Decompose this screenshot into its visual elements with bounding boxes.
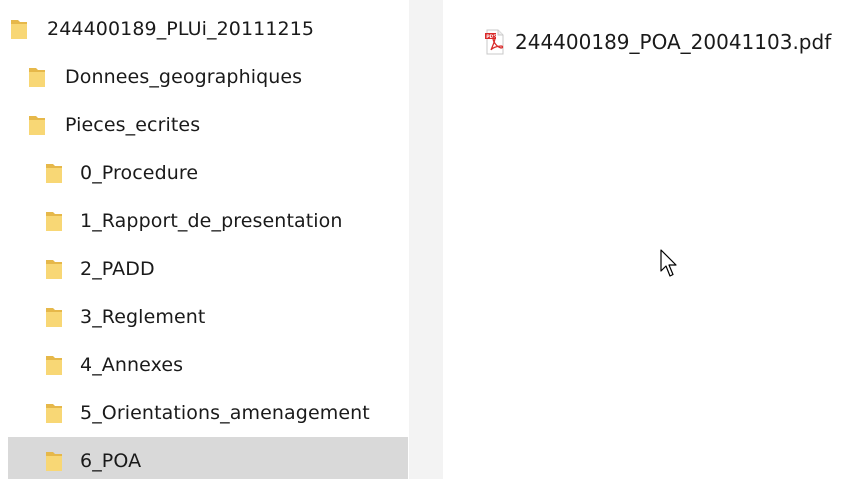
tree-item-poa[interactable]: 6_POA: [8, 437, 408, 479]
folder-icon: [28, 113, 46, 137]
folder-icon: [45, 353, 63, 377]
tree-item-pieces-ecrites[interactable]: Pieces_ecrites: [8, 101, 408, 148]
file-item-pdf[interactable]: PDF 244400189_POA_20041103.pdf: [485, 22, 831, 62]
tree-item-padd[interactable]: 2_PADD: [8, 245, 408, 292]
navigation-pane: 244400189_PLUi_20111215 Donnees_geograph…: [0, 0, 409, 479]
pdf-file-icon: PDF: [485, 29, 505, 55]
tree-item-label: 6_POA: [80, 449, 142, 472]
tree-item-label: 0_Procedure: [80, 161, 199, 184]
tree-item-label: 4_Annexes: [80, 353, 184, 376]
tree-item-label: 1_Rapport_de_presentation: [80, 209, 343, 232]
file-list-pane: PDF 244400189_POA_20041103.pdf: [443, 0, 856, 479]
folder-icon: [45, 257, 63, 281]
tree-item-label: 244400189_PLUi_20111215: [47, 17, 315, 40]
tree-item-orientations-amenagement[interactable]: 5_Orientations_amenagement: [8, 389, 408, 436]
folder-icon: [10, 17, 28, 41]
folder-icon: [45, 305, 63, 329]
tree-item-label: Pieces_ecrites: [65, 113, 201, 136]
tree-item-label: 5_Orientations_amenagement: [80, 401, 370, 424]
file-explorer-window: 244400189_PLUi_20111215 Donnees_geograph…: [0, 0, 856, 479]
mouse-pointer-icon: [660, 249, 680, 279]
folder-icon: [45, 401, 63, 425]
folder-icon: [28, 65, 46, 89]
pane-splitter[interactable]: [409, 0, 443, 479]
tree-item-procedure[interactable]: 0_Procedure: [8, 149, 408, 196]
tree-item-reglement[interactable]: 3_Reglement: [8, 293, 408, 340]
tree-item-label: 3_Reglement: [80, 305, 206, 328]
tree-item-annexes[interactable]: 4_Annexes: [8, 341, 408, 388]
tree-item-label: Donnees_geographiques: [65, 65, 303, 88]
tree-item-rapport-de-presentation[interactable]: 1_Rapport_de_presentation: [8, 197, 408, 244]
folder-icon: [45, 161, 63, 185]
tree-item-plui[interactable]: 244400189_PLUi_20111215: [8, 5, 408, 52]
file-name: 244400189_POA_20041103.pdf: [515, 30, 832, 54]
folder-icon: [45, 449, 63, 473]
tree-item-donnees-geographiques[interactable]: Donnees_geographiques: [8, 53, 408, 100]
tree-item-label: 2_PADD: [80, 257, 155, 280]
folder-icon: [45, 209, 63, 233]
